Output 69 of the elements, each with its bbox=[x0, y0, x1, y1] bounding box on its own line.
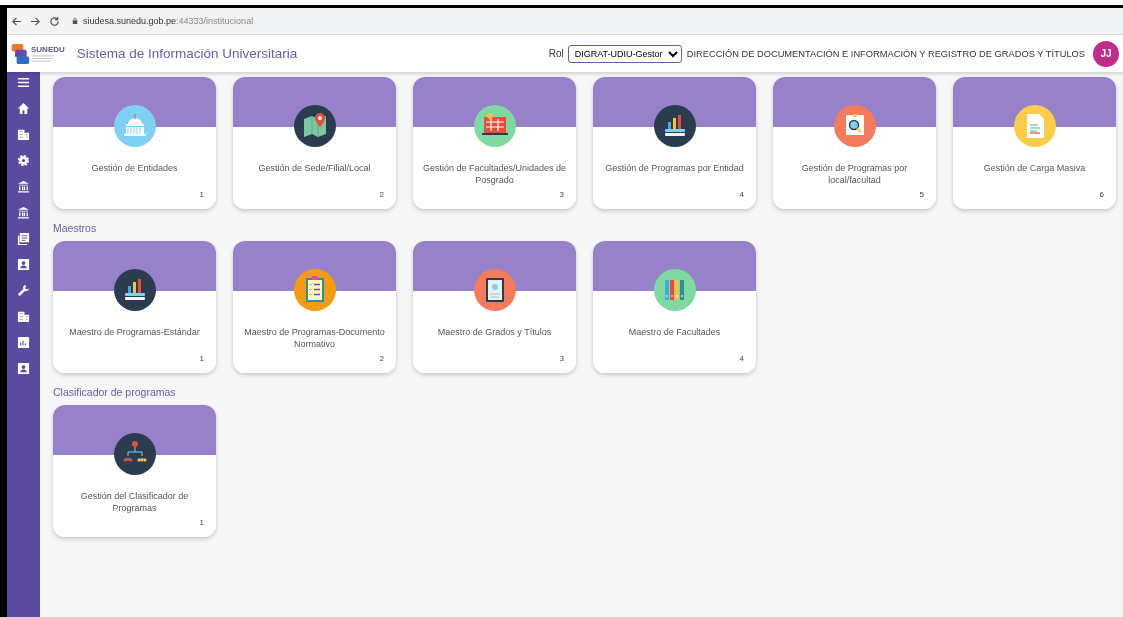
card-title: Gestión de Facultades/Unidades de Posgrado bbox=[421, 162, 568, 186]
bank-icon[interactable] bbox=[17, 206, 30, 219]
module-card[interactable]: Gestión de Programas por local/facultad 5 bbox=[773, 77, 936, 209]
card-title: Gestión de Entidades bbox=[90, 162, 179, 174]
card-number: 3 bbox=[559, 190, 564, 199]
card-title: Gestión de Carga Masiva bbox=[982, 162, 1087, 174]
module-card[interactable]: Maestro de Programas-Documento Normativo 2 bbox=[233, 241, 396, 373]
card-number: 2 bbox=[379, 190, 384, 199]
logo-text: SUNEDU bbox=[31, 44, 65, 54]
certificate-icon bbox=[473, 269, 516, 311]
building-icon[interactable] bbox=[17, 310, 30, 323]
card-title: Maestro de Programas-Estándar bbox=[68, 326, 201, 338]
contact-card-icon[interactable] bbox=[17, 362, 30, 375]
binders-icon bbox=[653, 269, 696, 311]
contact-card-icon[interactable] bbox=[17, 258, 30, 271]
magnifier-icon bbox=[833, 105, 876, 147]
card-title: Gestión de Programas por local/facultad bbox=[800, 162, 909, 186]
document-icon bbox=[1013, 105, 1056, 147]
card-number: 4 bbox=[739, 354, 744, 363]
reload-icon[interactable] bbox=[49, 15, 60, 27]
module-card[interactable]: Maestro de Grados y Títulos 3 bbox=[413, 241, 576, 373]
capitol-icon bbox=[113, 105, 156, 147]
card-title: Gestión del Clasificador de Programas bbox=[79, 490, 190, 514]
card-title: Maestro de Grados y Títulos bbox=[436, 326, 553, 338]
card-title: Maestro de Programas-Documento Normativo bbox=[243, 326, 386, 350]
card-number: 6 bbox=[1099, 190, 1104, 199]
bar-chart-icon bbox=[113, 269, 156, 311]
department-name: DIRECCIÓN DE DOCUMENTACIÓN E INFORMACIÓN Y REGISTRO DE GRADOS Y TÍTULOS bbox=[686, 48, 1085, 59]
section-heading: Clasificador de programas bbox=[53, 386, 177, 399]
wrench-icon[interactable] bbox=[17, 284, 30, 297]
card-number: 3 bbox=[559, 354, 564, 363]
chart-icon[interactable] bbox=[17, 336, 30, 349]
grid-pin-icon bbox=[473, 105, 516, 147]
home-icon[interactable] bbox=[17, 102, 30, 115]
newspaper-icon[interactable] bbox=[17, 232, 30, 245]
settings-icon[interactable] bbox=[17, 154, 30, 167]
role-label: Rol bbox=[548, 48, 564, 59]
module-card[interactable]: Maestro de Programas-Estándar 1 bbox=[53, 241, 216, 373]
card-number: 1 bbox=[199, 518, 204, 527]
module-card[interactable]: Maestro de Facultades 4 bbox=[593, 241, 756, 373]
back-icon[interactable] bbox=[11, 15, 22, 27]
module-card[interactable]: Gestión de Sede/Filial/Local 2 bbox=[233, 77, 396, 209]
bank-icon[interactable] bbox=[17, 180, 30, 193]
checklist-icon bbox=[293, 269, 336, 311]
hierarchy-icon bbox=[113, 433, 156, 475]
card-number: 5 bbox=[919, 190, 924, 199]
card-number: 4 bbox=[739, 190, 744, 199]
app-title: Sistema de Información Universitaria bbox=[76, 46, 298, 61]
logo-tagline-lines bbox=[31, 53, 57, 63]
card-number: 1 bbox=[199, 354, 204, 363]
module-card[interactable]: Gestión de Programas por Entidad 4 bbox=[593, 77, 756, 209]
user-avatar[interactable]: JJ bbox=[1093, 40, 1119, 67]
menu-icon[interactable] bbox=[17, 76, 30, 89]
section-heading: Maestros bbox=[53, 222, 98, 235]
bar-chart-icon bbox=[653, 105, 696, 147]
card-number: 1 bbox=[199, 190, 204, 199]
card-title: Gestión de Sede/Filial/Local bbox=[257, 162, 372, 174]
forward-icon[interactable] bbox=[30, 15, 41, 27]
card-title: Maestro de Facultades bbox=[627, 326, 722, 338]
map-pin-icon bbox=[293, 105, 336, 147]
lock-icon bbox=[72, 17, 78, 25]
module-card[interactable]: Gestión de Facultades/Unidades de Posgrado 3 bbox=[413, 77, 576, 209]
card-title: Gestión de Programas por Entidad bbox=[604, 162, 745, 174]
module-card[interactable]: Gestión del Clasificador de Programas 1 bbox=[53, 405, 216, 537]
card-number: 2 bbox=[379, 354, 384, 363]
role-select[interactable]: DIGRAT-UDIU-Gestor bbox=[567, 44, 682, 63]
module-card[interactable]: Gestión de Entidades 1 bbox=[53, 77, 216, 209]
module-card[interactable]: Gestión de Carga Masiva 6 bbox=[953, 77, 1116, 209]
building-icon[interactable] bbox=[17, 128, 30, 141]
